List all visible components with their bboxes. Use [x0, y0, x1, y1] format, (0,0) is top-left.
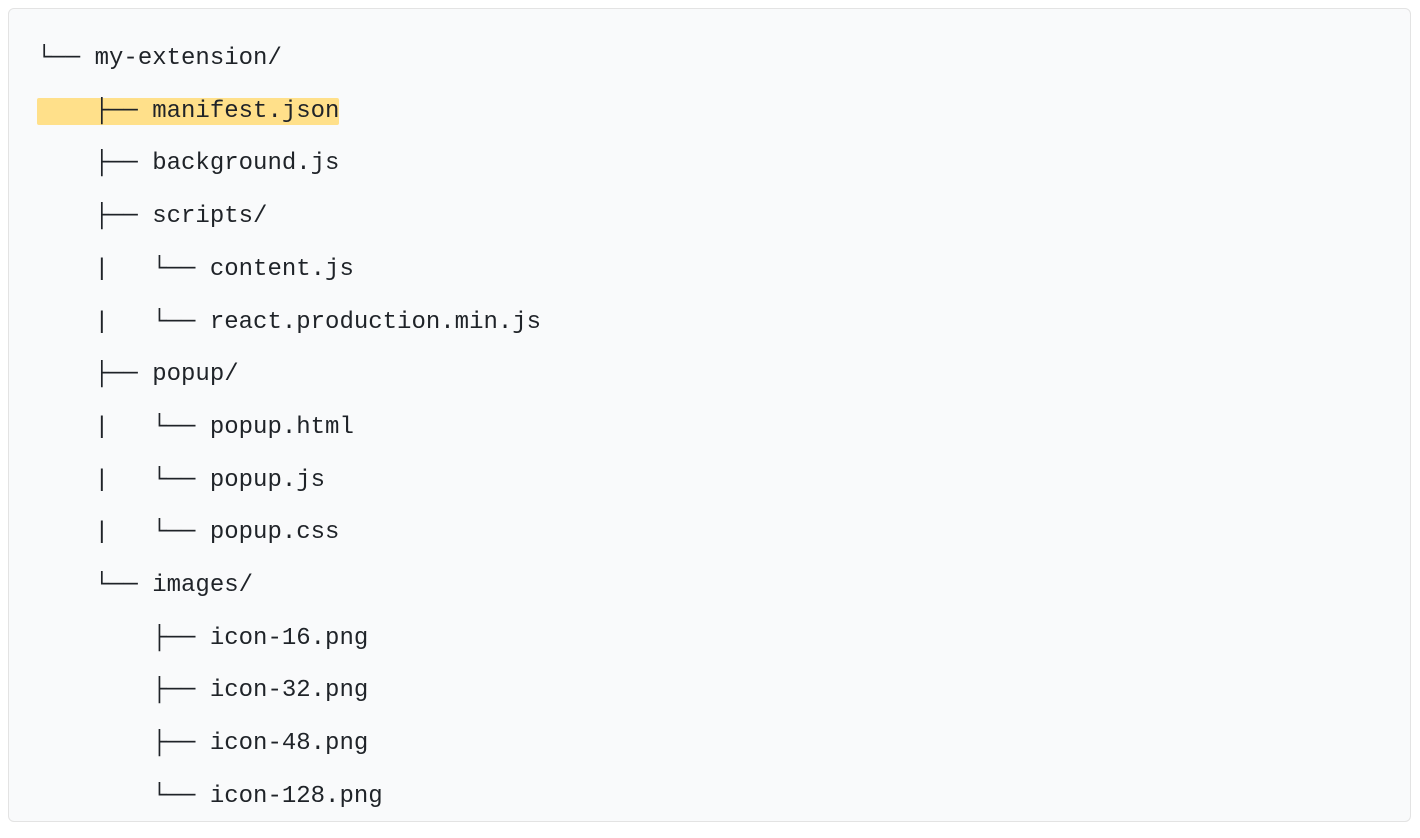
tree-line-content: ├── popup/	[37, 361, 239, 388]
tree-label: icon-16.png	[210, 625, 368, 652]
tree-line-content: ├── background.js	[37, 150, 339, 177]
tree-label: popup.html	[210, 414, 354, 441]
tree-line-content: | └── popup.js	[37, 467, 325, 494]
tree-prefix: ├──	[37, 730, 210, 757]
tree-line: └── my-extension/	[37, 33, 1382, 86]
tree-prefix: └──	[37, 783, 210, 810]
tree-prefix: ├──	[37, 677, 210, 704]
file-tree-code-block: └── my-extension/ ├── manifest.json ├── …	[8, 8, 1411, 822]
tree-line: └── icon-128.png	[37, 771, 1382, 822]
tree-label: popup.js	[210, 467, 325, 494]
tree-label: content.js	[210, 256, 354, 283]
tree-line: | └── popup.js	[37, 455, 1382, 508]
tree-line-content: ├── scripts/	[37, 203, 267, 230]
tree-line-content: └── icon-128.png	[37, 783, 383, 810]
tree-prefix: ├──	[37, 361, 152, 388]
tree-line-content: | └── content.js	[37, 256, 354, 283]
tree-line-content: | └── popup.html	[37, 414, 354, 441]
tree-label: popup/	[152, 361, 238, 388]
tree-line-content: | └── react.production.min.js	[37, 309, 541, 336]
tree-prefix: | └──	[37, 414, 210, 441]
tree-line: | └── popup.html	[37, 402, 1382, 455]
tree-label: popup.css	[210, 519, 340, 546]
tree-prefix: ├──	[37, 625, 210, 652]
tree-line: | └── react.production.min.js	[37, 297, 1382, 350]
tree-line-content: | └── popup.css	[37, 519, 339, 546]
tree-line-content: └── images/	[37, 572, 253, 599]
tree-label: images/	[152, 572, 253, 599]
tree-line: ├── scripts/	[37, 191, 1382, 244]
tree-prefix: | └──	[37, 467, 210, 494]
tree-label: background.js	[152, 150, 339, 177]
tree-line: | └── popup.css	[37, 507, 1382, 560]
tree-line: ├── background.js	[37, 138, 1382, 191]
tree-label: my-extension/	[95, 45, 282, 72]
tree-label: scripts/	[152, 203, 267, 230]
tree-prefix: ├──	[37, 150, 152, 177]
tree-line: ├── popup/	[37, 349, 1382, 402]
tree-prefix: └──	[37, 572, 152, 599]
tree-line-content: ├── icon-32.png	[37, 677, 368, 704]
tree-line: └── images/	[37, 560, 1382, 613]
tree-line: ├── icon-32.png	[37, 665, 1382, 718]
tree-line: ├── icon-16.png	[37, 613, 1382, 666]
tree-label: icon-128.png	[210, 783, 383, 810]
tree-line-content: ├── manifest.json	[37, 98, 339, 125]
tree-label: react.production.min.js	[210, 309, 541, 336]
tree-line: ├── icon-48.png	[37, 718, 1382, 771]
tree-label: manifest.json	[152, 98, 339, 125]
tree-line: | └── content.js	[37, 244, 1382, 297]
tree-label: icon-32.png	[210, 677, 368, 704]
tree-line-content: └── my-extension/	[37, 45, 282, 72]
tree-line: ├── manifest.json	[37, 86, 1382, 139]
tree-prefix: ├──	[37, 203, 152, 230]
tree-line-content: ├── icon-16.png	[37, 625, 368, 652]
tree-prefix: ├──	[37, 98, 152, 125]
tree-prefix: └──	[37, 45, 95, 72]
tree-prefix: | └──	[37, 256, 210, 283]
tree-label: icon-48.png	[210, 730, 368, 757]
tree-line-content: ├── icon-48.png	[37, 730, 368, 757]
tree-prefix: | └──	[37, 519, 210, 546]
tree-prefix: | └──	[37, 309, 210, 336]
